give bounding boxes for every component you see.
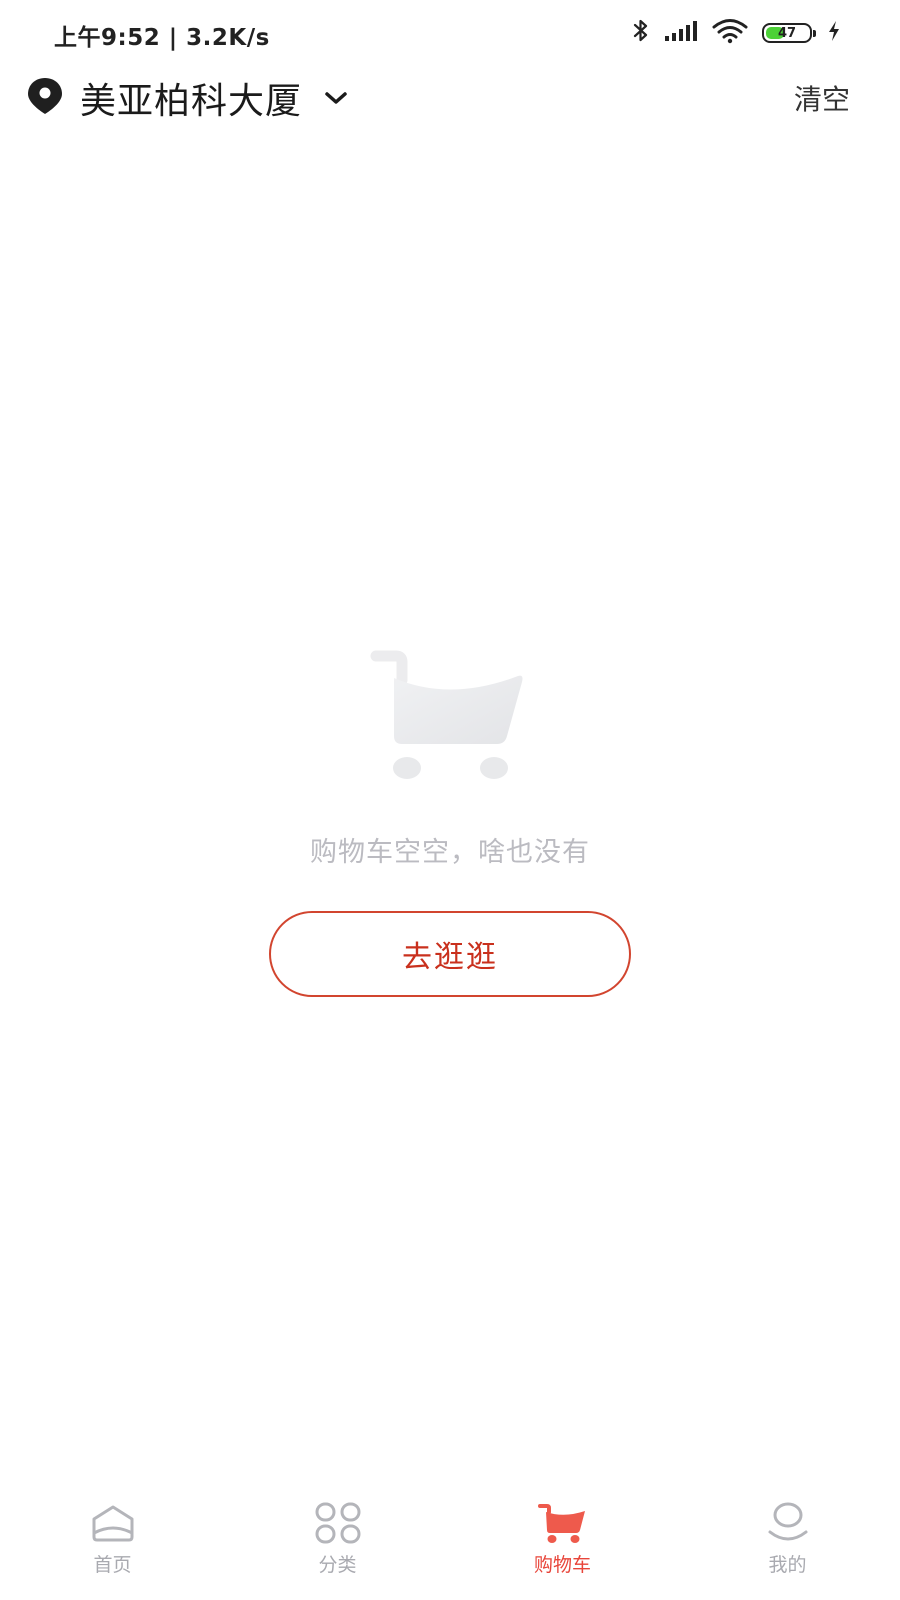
battery-icon: 47 <box>762 23 816 43</box>
shopping-cart-icon <box>370 650 523 779</box>
status-bar: 上午9:52 | 3.2K/s 47 <box>0 0 900 64</box>
empty-cart-state: 购物车空空，啥也没有 去逛逛 <box>0 650 900 997</box>
header: 美亚柏科大厦 清空 <box>0 64 900 128</box>
location-selector[interactable]: 美亚柏科大厦 <box>26 72 348 124</box>
tab-category[interactable]: 分类 <box>225 1490 450 1600</box>
home-icon <box>88 1500 138 1546</box>
location-name: 美亚柏科大厦 <box>80 81 303 122</box>
cellular-signal-icon <box>664 20 698 46</box>
battery-cap <box>813 30 816 37</box>
tab-label: 分类 <box>318 1554 357 1576</box>
user-icon <box>763 1500 813 1546</box>
go-shopping-button[interactable]: 去逛逛 <box>269 911 631 997</box>
tab-cart[interactable]: 购物车 <box>450 1490 675 1600</box>
location-pin-icon <box>26 76 64 120</box>
charging-icon <box>826 20 842 46</box>
battery-level: 47 <box>777 25 797 41</box>
wifi-icon <box>712 18 748 48</box>
empty-cart-message: 购物车空空，啥也没有 <box>310 837 590 868</box>
status-time: 上午9:52 | 3.2K/s <box>54 25 270 51</box>
cart-page: 上午9:52 | 3.2K/s 47 美亚柏科大厦 清空 购物车空空，啥也没有 … <box>0 0 900 1600</box>
tab-label: 首页 <box>93 1554 132 1576</box>
tab-mine[interactable]: 我的 <box>675 1490 900 1600</box>
tab-label: 我的 <box>768 1554 807 1576</box>
cart-icon <box>537 1500 588 1546</box>
chevron-down-icon <box>324 90 348 106</box>
category-icon <box>313 1500 363 1546</box>
clear-button[interactable]: 清空 <box>794 78 850 118</box>
tab-home[interactable]: 首页 <box>0 1490 225 1600</box>
bluetooth-icon <box>632 18 650 48</box>
tab-label: 购物车 <box>533 1554 591 1576</box>
bottom-tab-bar: 首页 分类 购物车 我的 <box>0 1490 900 1600</box>
status-icons: 47 <box>632 18 842 48</box>
